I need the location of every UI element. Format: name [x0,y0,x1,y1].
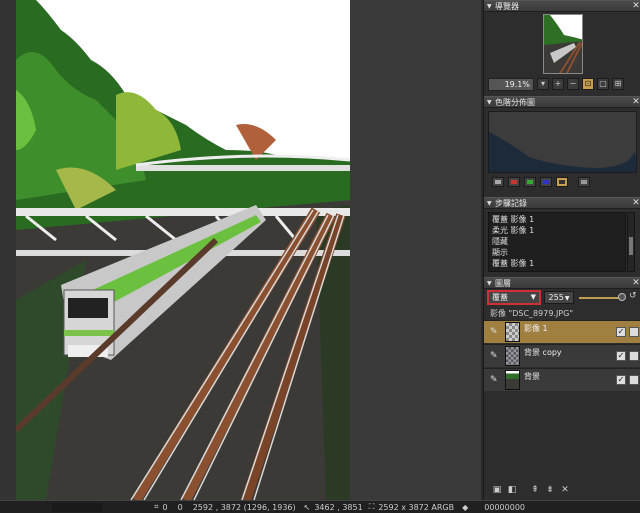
histogram-graph [488,111,637,173]
side-panel: ▼ 導覽器 ✕ 19.1% ▾ + − ⊡ ▢ ⊞ ▼ 色階分佈圖 ✕ ▼ 步驟… [483,0,640,500]
layer-visibility-checkbox[interactable]: ✓ [616,375,626,385]
brush-icon: ✎ [490,351,498,361]
status-pos-y: 0 [177,502,183,512]
new-layer-icon[interactable]: ▣ [492,485,502,495]
cursor-icon: ↖ [303,502,311,512]
collapse-arrow-icon[interactable]: ▼ [487,280,495,287]
layer-thumbnail [505,322,520,342]
layers-header[interactable]: ▼ 圖層 ✕ [484,277,640,289]
canvas-left-gutter [0,0,16,500]
history-item[interactable]: 覆蓋 影像 1 [492,258,622,269]
blend-mode-value: 覆蓋 [492,293,508,302]
reset-icon[interactable]: ↺ [629,291,637,301]
chevron-down-icon: ▼ [564,295,570,302]
collapse-arrow-icon[interactable]: ▼ [487,200,495,207]
navigator-header[interactable]: ▼ 導覽器 ✕ [484,0,640,12]
zoom-in-icon[interactable]: + [552,78,564,90]
opacity-field[interactable]: 255▼ [544,291,574,304]
crosshair-icon: ⌗ [154,502,159,511]
close-icon[interactable]: ✕ [631,1,640,11]
history-scrollbar[interactable] [627,212,635,272]
status-progress [52,502,102,512]
history-title: 步驟記錄 [495,198,527,208]
opacity-slider-handle[interactable] [618,293,626,301]
layer-thumbnail [505,370,520,390]
brush-icon: ✎ [490,327,498,337]
navigator-preview-image [544,15,582,73]
status-bar: ⌗ 0 0 2592 , 3872 (1296, 1936) ↖ 3462 , … [0,500,640,513]
history-item[interactable]: 顯示 [492,247,622,258]
image-file-label: 影像 "DSC_8979.JPG" [490,309,574,318]
blend-mode-select[interactable]: 覆蓋 ▼ [487,290,541,305]
histogram-curve [489,132,636,172]
canvas-area[interactable] [0,0,481,500]
navigator-title: 導覽器 [495,1,519,11]
status-pos-x: 0 [162,502,168,512]
layer-row[interactable]: ✎ 背景 ✓ [484,368,640,391]
zoom-level-field[interactable]: 19.1% [488,77,534,91]
layer-option-checkbox[interactable] [629,375,639,385]
history-list: 覆蓋 影像 1 柔光 影像 1 隱藏 顯示 覆蓋 影像 1 [488,212,626,272]
histogram-options-icon[interactable] [578,177,590,187]
layer-row[interactable]: ✎ 影像 1 ✓ [484,320,640,343]
color-picker-icon: ◆ [462,502,469,512]
channel-red-icon[interactable] [508,177,520,187]
fit-window-icon[interactable]: ⊡ [582,78,594,90]
photo-canvas[interactable] [16,0,350,500]
channel-luminance-icon[interactable] [556,177,568,187]
actual-size-icon[interactable]: ▢ [597,78,609,90]
chevron-down-icon: ▼ [530,293,536,301]
layer-name: 背景 copy [524,348,562,357]
close-icon[interactable]: ✕ [631,97,640,107]
close-icon[interactable]: ✕ [631,278,640,288]
delete-layer-icon[interactable]: ✕ [560,485,570,495]
fill-window-icon[interactable]: ⊞ [612,78,624,90]
scroll-thumb[interactable] [629,237,633,255]
duplicate-layer-icon[interactable]: ◧ [507,485,517,495]
channel-rgb-icon[interactable] [492,177,504,187]
status-color: 00000000 [484,502,525,512]
layer-row[interactable]: ✎ 背景 copy ✓ [484,344,640,367]
brush-icon: ✎ [490,375,498,385]
layer-thumbnail [505,346,520,366]
layer-name: 背景 [524,372,540,381]
zoom-out-icon[interactable]: − [567,78,579,90]
layer-visibility-checkbox[interactable]: ✓ [616,351,626,361]
collapse-arrow-icon[interactable]: ▼ [487,3,495,10]
status-cursor: 3462 , 3851 [314,502,363,512]
layer-option-checkbox[interactable] [629,327,639,337]
image-size-icon: ⛶ [368,502,375,511]
zoom-dropdown-icon[interactable]: ▾ [537,78,549,90]
close-icon[interactable]: ✕ [631,198,640,208]
history-item[interactable]: 柔光 影像 1 [492,225,622,236]
status-size: 2592 x 3872 ARGB [378,502,455,512]
layer-visibility-checkbox[interactable]: ✓ [616,327,626,337]
opacity-value: 255 [548,293,564,302]
collapse-arrow-icon[interactable]: ▼ [487,99,495,106]
status-coords: 2592 , 3872 (1296, 1936) [192,502,296,512]
layer-name: 影像 1 [524,324,548,333]
layers-title: 圖層 [495,278,511,288]
channel-green-icon[interactable] [524,177,536,187]
history-item[interactable]: 覆蓋 影像 1 [492,214,622,225]
histogram-header[interactable]: ▼ 色階分佈圖 ✕ [484,96,640,108]
opacity-slider-track[interactable] [579,297,621,299]
navigator-thumbnail[interactable] [543,14,583,74]
histogram-channel-buttons [492,177,590,187]
zoom-controls: 19.1% ▾ + − ⊡ ▢ ⊞ [488,77,624,91]
move-layer-up-icon[interactable]: ⇞ [530,485,540,495]
move-layer-down-icon[interactable]: ⇟ [545,485,555,495]
history-item[interactable]: 隱藏 [492,236,622,247]
history-header[interactable]: ▼ 步驟記錄 ✕ [484,197,640,209]
histogram-title: 色階分佈圖 [495,97,535,107]
railway-photo [16,0,350,500]
layer-option-checkbox[interactable] [629,351,639,361]
layer-toolbar: ▣ ◧ ⇞ ⇟ ✕ [484,480,640,500]
channel-blue-icon[interactable] [540,177,552,187]
